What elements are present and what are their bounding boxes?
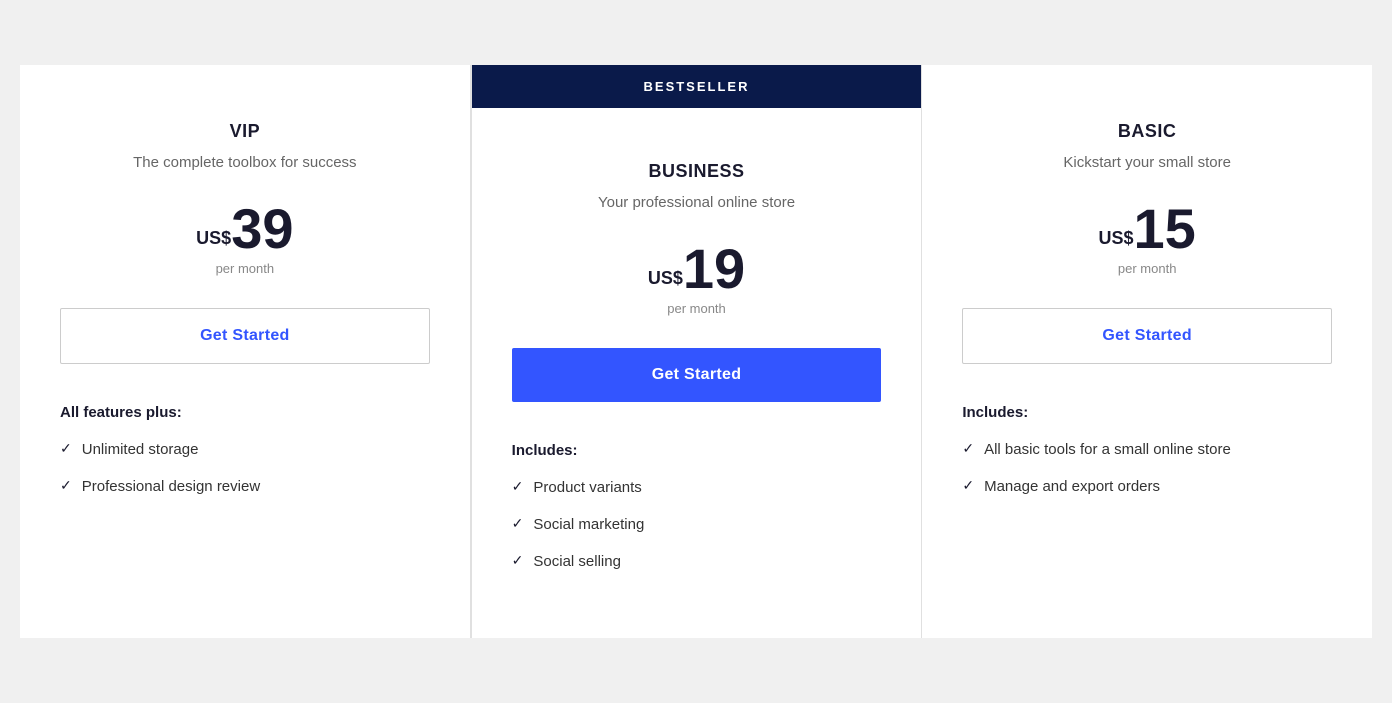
check-icon: ✓ bbox=[60, 477, 72, 494]
plan-vip-period: per month bbox=[60, 261, 430, 276]
feature-text: All basic tools for a small online store bbox=[984, 439, 1231, 460]
list-item: ✓ Manage and export orders bbox=[962, 476, 1332, 497]
plan-business-price-amount: US$ 19 bbox=[512, 241, 882, 297]
list-item: ✓ Unlimited storage bbox=[60, 439, 430, 460]
plan-basic-description: Kickstart your small store bbox=[962, 152, 1332, 173]
feature-text: Professional design review bbox=[82, 476, 260, 497]
check-icon: ✓ bbox=[962, 477, 974, 494]
feature-text: Social marketing bbox=[533, 514, 644, 535]
plan-basic: BASIC Kickstart your small store US$ 15 … bbox=[922, 65, 1372, 638]
check-icon: ✓ bbox=[512, 552, 524, 569]
plan-vip-name: VIP bbox=[60, 121, 430, 142]
plan-business-name: BUSINESS bbox=[512, 161, 882, 182]
plan-vip-description: The complete toolbox for success bbox=[60, 152, 430, 173]
plan-business-number: 19 bbox=[683, 241, 745, 297]
plan-business-description: Your professional online store bbox=[512, 192, 882, 213]
list-item: ✓ Product variants bbox=[512, 477, 882, 498]
plan-vip: VIP The complete toolbox for success US$… bbox=[20, 65, 471, 638]
feature-text: Unlimited storage bbox=[82, 439, 199, 460]
plan-business-price-block: US$ 19 per month bbox=[512, 241, 882, 316]
list-item: ✓ Social marketing bbox=[512, 514, 882, 535]
check-icon: ✓ bbox=[60, 440, 72, 457]
plan-vip-features-heading: All features plus: bbox=[60, 404, 430, 421]
plan-business-period: per month bbox=[512, 301, 882, 316]
plan-basic-features: Includes: ✓ All basic tools for a small … bbox=[962, 404, 1332, 513]
feature-text: Manage and export orders bbox=[984, 476, 1160, 497]
check-icon: ✓ bbox=[962, 440, 974, 457]
check-icon: ✓ bbox=[512, 515, 524, 532]
plan-vip-currency: US$ bbox=[196, 228, 231, 249]
plan-business-currency: US$ bbox=[648, 268, 683, 289]
feature-text: Product variants bbox=[533, 477, 641, 498]
plan-business-features-heading: Includes: bbox=[512, 442, 882, 459]
plan-vip-price-amount: US$ 39 bbox=[60, 201, 430, 257]
check-icon: ✓ bbox=[512, 478, 524, 495]
plan-vip-cta[interactable]: Get Started bbox=[60, 308, 430, 364]
list-item: ✓ Professional design review bbox=[60, 476, 430, 497]
plan-basic-currency: US$ bbox=[1099, 228, 1134, 249]
plan-business-features: Includes: ✓ Product variants ✓ Social ma… bbox=[512, 442, 882, 588]
plan-basic-price-block: US$ 15 per month bbox=[962, 201, 1332, 276]
plan-basic-features-heading: Includes: bbox=[962, 404, 1332, 421]
plan-basic-period: per month bbox=[962, 261, 1332, 276]
plan-basic-price-amount: US$ 15 bbox=[962, 201, 1332, 257]
list-item: ✓ All basic tools for a small online sto… bbox=[962, 439, 1332, 460]
pricing-container: VIP The complete toolbox for success US$… bbox=[20, 65, 1372, 638]
plan-vip-number: 39 bbox=[231, 201, 293, 257]
list-item: ✓ Social selling bbox=[512, 551, 882, 572]
plan-basic-name: BASIC bbox=[962, 121, 1332, 142]
plan-business-cta[interactable]: Get Started bbox=[512, 348, 882, 402]
feature-text: Social selling bbox=[533, 551, 621, 572]
plan-vip-price-block: US$ 39 per month bbox=[60, 201, 430, 276]
plan-basic-number: 15 bbox=[1134, 201, 1196, 257]
plan-business: BESTSELLER BUSINESS Your professional on… bbox=[471, 65, 923, 638]
plan-vip-features: All features plus: ✓ Unlimited storage ✓… bbox=[60, 404, 430, 513]
plan-basic-cta[interactable]: Get Started bbox=[962, 308, 1332, 364]
bestseller-badge: BESTSELLER bbox=[472, 65, 922, 108]
